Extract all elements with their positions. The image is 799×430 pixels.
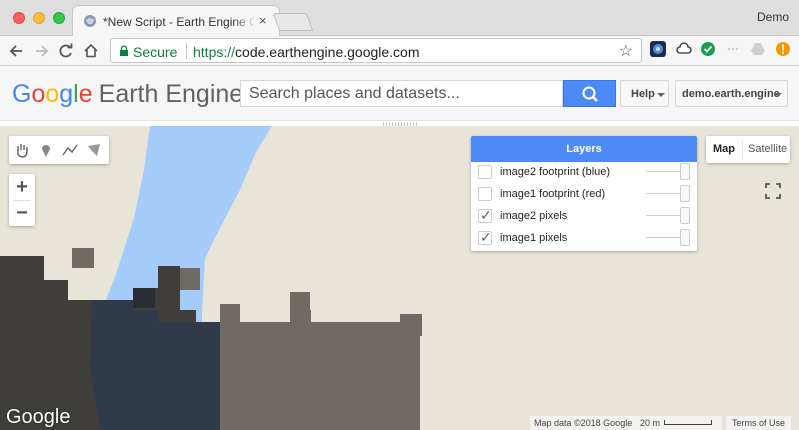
update-alert-icon[interactable] <box>775 41 791 57</box>
earth-engine-logo[interactable]: Google Earth Engine <box>12 80 243 109</box>
profile-name[interactable]: Demo <box>757 10 789 24</box>
search-button[interactable] <box>563 80 616 107</box>
image2-pixel-block <box>133 288 155 308</box>
layer-checkbox[interactable] <box>478 165 492 179</box>
bookmark-star-icon[interactable]: ☆ <box>619 41 633 61</box>
draw-polygon-icon[interactable] <box>84 140 104 160</box>
layer-checkbox[interactable]: ✓ <box>478 229 492 245</box>
browser-toolbar: Secure https://code.earthengine.google.c… <box>0 36 799 66</box>
account-button[interactable]: demo.earth.engine <box>675 80 788 107</box>
account-caret-icon <box>774 93 782 97</box>
opacity-slider-thumb[interactable] <box>680 163 690 180</box>
help-caret-icon <box>657 93 665 97</box>
layer-row-image1-footprint: image1 footprint (red) <box>471 184 697 206</box>
extension-globe-icon[interactable] <box>650 41 666 57</box>
zoom-out-button[interactable]: − <box>9 200 35 226</box>
terms-of-use-link[interactable]: Terms of Use <box>726 416 792 430</box>
help-button[interactable]: Help <box>620 80 669 107</box>
map-canvas[interactable]: + − Layers image2 footprint (blue) image… <box>0 126 799 430</box>
layer-checkbox[interactable]: ✓ <box>478 207 492 223</box>
opacity-slider-thumb[interactable] <box>680 229 690 246</box>
tab-title: *New Script - Earth Engine Co <box>103 15 253 29</box>
account-label: demo.earth.engine <box>682 88 780 100</box>
window-minimize-button[interactable] <box>33 12 45 24</box>
url-text: https://code.earthengine.google.com <box>193 44 420 60</box>
opacity-slider-track[interactable] <box>646 171 684 172</box>
reload-icon[interactable] <box>55 40 77 62</box>
check-icon: ✓ <box>480 207 492 223</box>
layer-label: image1 footprint (red) <box>500 188 606 200</box>
map-type-control: Map Satellite <box>706 136 790 163</box>
image1-pixel-block <box>180 268 200 290</box>
layer-row-image1-pixels: ✓ image1 pixels <box>471 228 697 250</box>
layers-panel: Layers image2 footprint (blue) image1 fo… <box>471 136 697 251</box>
opacity-slider-track[interactable] <box>646 237 684 238</box>
home-icon[interactable] <box>80 40 102 62</box>
tab-close-icon[interactable]: × <box>259 13 267 29</box>
search-box <box>240 80 563 107</box>
zoom-in-button[interactable]: + <box>9 174 35 200</box>
lock-icon <box>120 45 128 56</box>
forward-arrow-icon[interactable] <box>30 40 52 62</box>
map-attribution: Map data ©2018 Google <box>530 416 637 430</box>
window-zoom-button[interactable] <box>53 12 65 24</box>
map-type-map-button[interactable]: Map <box>713 143 735 155</box>
opacity-slider-track[interactable] <box>646 193 684 194</box>
browser-tab-bar: *New Script - Earth Engine Co × Demo <box>0 0 799 37</box>
layer-checkbox[interactable] <box>478 187 492 201</box>
layer-label: image2 pixels <box>500 210 568 222</box>
image2-pixel-block <box>24 256 44 280</box>
url-scheme: https:// <box>193 44 236 60</box>
image1-pixel-block <box>290 292 310 312</box>
image1-pixel-block <box>220 304 240 324</box>
earth-engine-favicon-icon <box>84 15 96 27</box>
layers-header[interactable]: Layers <box>471 136 697 162</box>
check-icon: ✓ <box>480 229 492 245</box>
new-tab-button[interactable] <box>272 13 314 31</box>
google-watermark: Google <box>6 406 71 428</box>
opacity-slider-track[interactable] <box>646 215 684 216</box>
help-label: Help <box>631 88 655 100</box>
extension-drive-icon[interactable] <box>750 41 766 57</box>
fullscreen-icon[interactable] <box>762 180 784 202</box>
url-host: code.earthengine.google.com <box>235 44 420 60</box>
logo-letter-o: o <box>45 80 60 108</box>
zoom-controls: + − <box>9 174 35 226</box>
opacity-slider-thumb[interactable] <box>680 207 690 224</box>
secure-label: Secure <box>133 44 178 60</box>
logo-letter-e: e <box>78 80 93 108</box>
scale-label: 20 m <box>640 418 661 428</box>
tab-title-fade <box>233 12 257 32</box>
search-icon <box>582 86 598 102</box>
window-close-button[interactable] <box>13 12 25 24</box>
logo-product-name: Earth Engine <box>98 80 244 108</box>
drawing-tools <box>9 136 109 164</box>
layer-row-image2-footprint: image2 footprint (blue) <box>471 162 697 184</box>
scale-bar <box>664 420 712 425</box>
earth-engine-header: GoogleEarth Engine Help demo.earth.engin… <box>0 66 799 121</box>
layer-label: image2 footprint (blue) <box>500 166 611 178</box>
layer-row-image2-pixels: ✓ image2 pixels <box>471 206 697 228</box>
layer-label: image1 pixels <box>500 232 568 244</box>
search-input[interactable] <box>241 81 562 106</box>
logo-letter-g: g <box>59 80 74 108</box>
extension-dots-icon[interactable] <box>725 41 741 57</box>
point-marker-icon[interactable] <box>36 140 56 160</box>
logo-letter-o: o <box>31 80 46 108</box>
image1-pixel-block <box>72 248 94 268</box>
draw-line-icon[interactable] <box>60 140 80 160</box>
browser-tab-active[interactable]: *New Script - Earth Engine Co × <box>72 5 280 37</box>
address-bar[interactable]: Secure https://code.earthengine.google.c… <box>110 38 642 63</box>
map-type-satellite-button[interactable]: Satellite <box>748 143 787 155</box>
pan-hand-icon[interactable] <box>12 140 32 160</box>
extension-check-icon[interactable] <box>700 41 716 57</box>
image1-pixel-block <box>400 314 422 336</box>
logo-letter-g: G <box>12 80 32 108</box>
omnibox-divider <box>186 43 187 59</box>
extension-cloud-icon[interactable] <box>676 41 692 57</box>
scale-control[interactable]: 20 m <box>636 416 722 430</box>
map-type-divider <box>742 140 743 159</box>
opacity-slider-thumb[interactable] <box>680 185 690 202</box>
back-arrow-icon[interactable] <box>6 40 28 62</box>
